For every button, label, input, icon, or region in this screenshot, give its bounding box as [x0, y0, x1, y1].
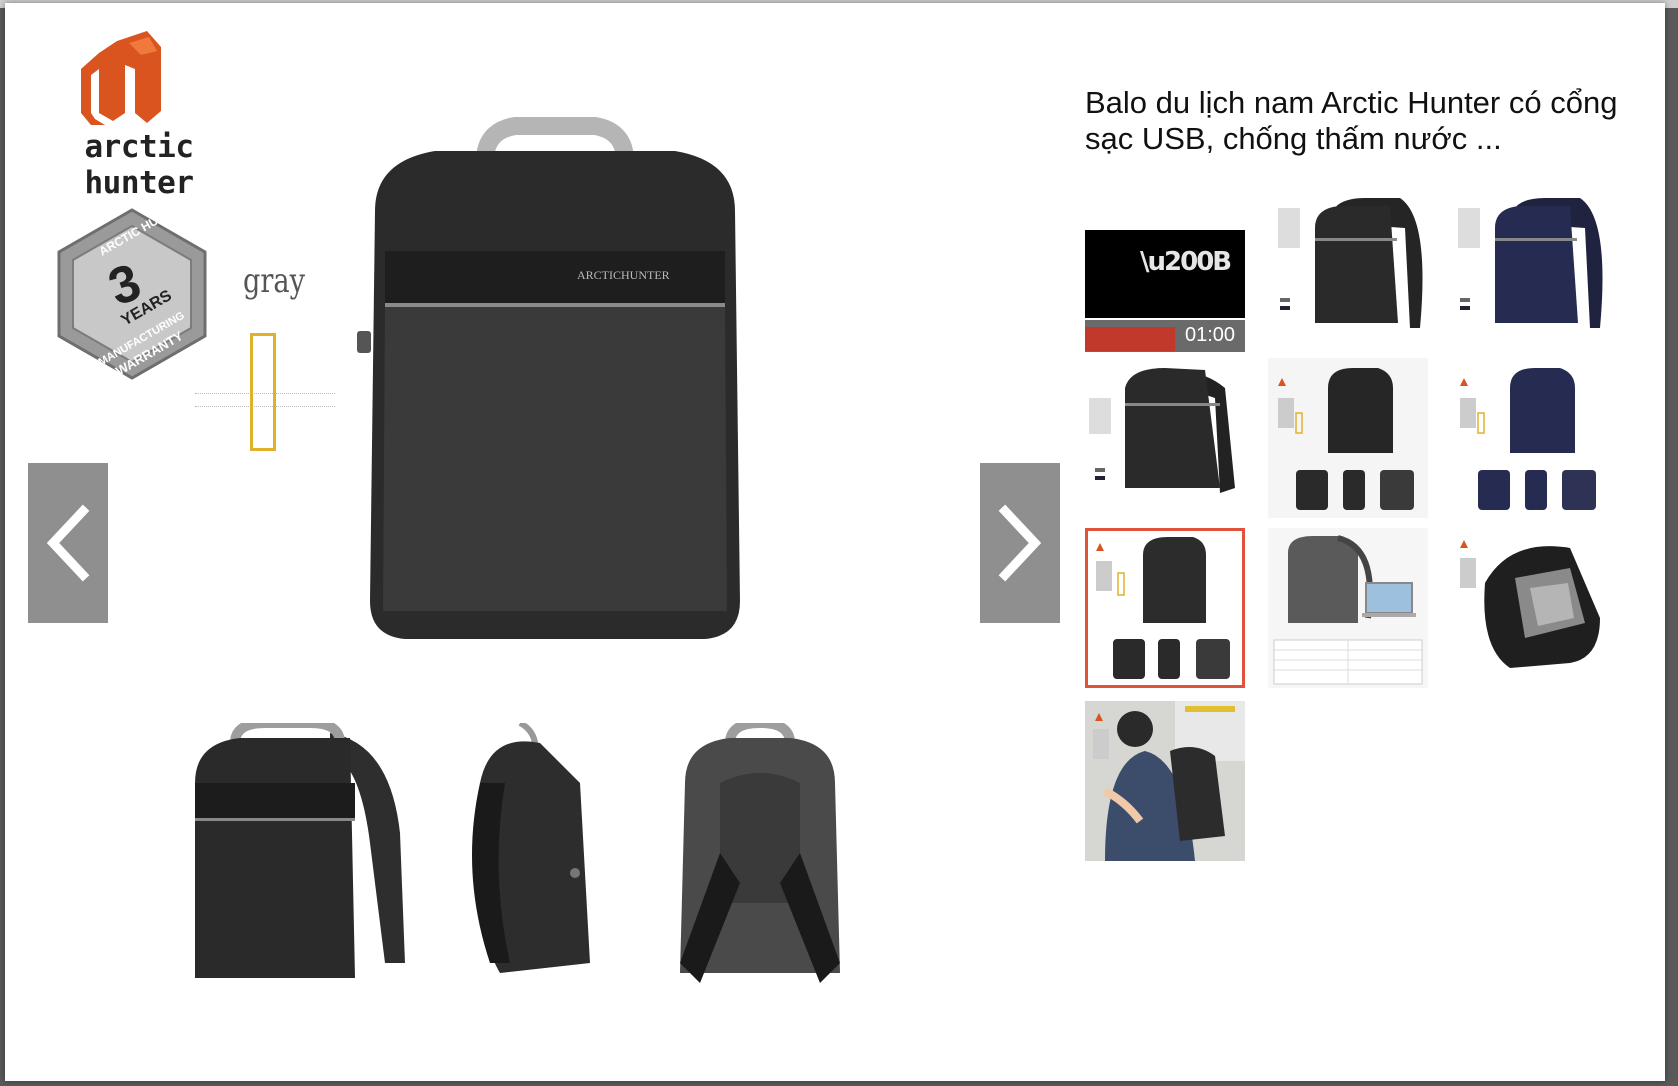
color-variant-label: gray: [243, 261, 305, 301]
thumbnail-image-6[interactable]: [1450, 358, 1610, 518]
image-lightbox: arctic hunter ARCTIC HUNTER 3 YEARS MANU…: [5, 3, 1665, 1081]
chevron-right-icon: [998, 504, 1042, 582]
product-title: Balo du lịch nam Arctic Hunter có cổng s…: [1085, 85, 1618, 156]
chevron-left-icon: [46, 504, 90, 582]
brand-logo-mark-icon: [81, 31, 161, 125]
backpack-front-image: ARCTICHUNTER: [357, 117, 740, 639]
thumbnail-image-5[interactable]: [1268, 358, 1428, 518]
thumbnail-image-9[interactable]: [1450, 528, 1610, 688]
thumbnail-image-10[interactable]: [1085, 701, 1245, 861]
backpack-back-image: [680, 723, 840, 983]
video-preview-text: \u200B: [1140, 247, 1232, 277]
main-product-image: arctic hunter ARCTIC HUNTER 3 YEARS MANU…: [5, 3, 1065, 1081]
thumbnail-video[interactable]: \u200B 01:00: [1085, 203, 1245, 363]
thumbnail-image-4[interactable]: [1085, 358, 1245, 518]
video-camera-icon: [1085, 205, 1109, 217]
side-panel: Balo du lịch nam Arctic Hunter có cổng s…: [1085, 3, 1665, 1081]
thumbnail-image-7[interactable]: [1085, 528, 1245, 688]
video-duration: 01:00: [1185, 324, 1236, 346]
next-image-button[interactable]: [980, 463, 1060, 623]
backpack-brand-label: ARCTICHUNTER: [577, 268, 670, 282]
backpack-side-image: [472, 723, 590, 973]
backpack-angle-image: [195, 723, 405, 978]
color-swatch: [250, 333, 276, 451]
thumbnail-image-2[interactable]: [1270, 188, 1430, 348]
warranty-badge-icon: ARCTIC HUNTER 3 YEARS MANUFACTURING WARR…: [57, 208, 207, 380]
brand-logo: arctic hunter: [29, 29, 249, 201]
thumbnail-image-8[interactable]: [1268, 528, 1428, 688]
thumbnail-image-3[interactable]: [1450, 188, 1610, 348]
brand-logo-text: arctic hunter: [84, 129, 194, 201]
prev-image-button[interactable]: [28, 463, 108, 623]
